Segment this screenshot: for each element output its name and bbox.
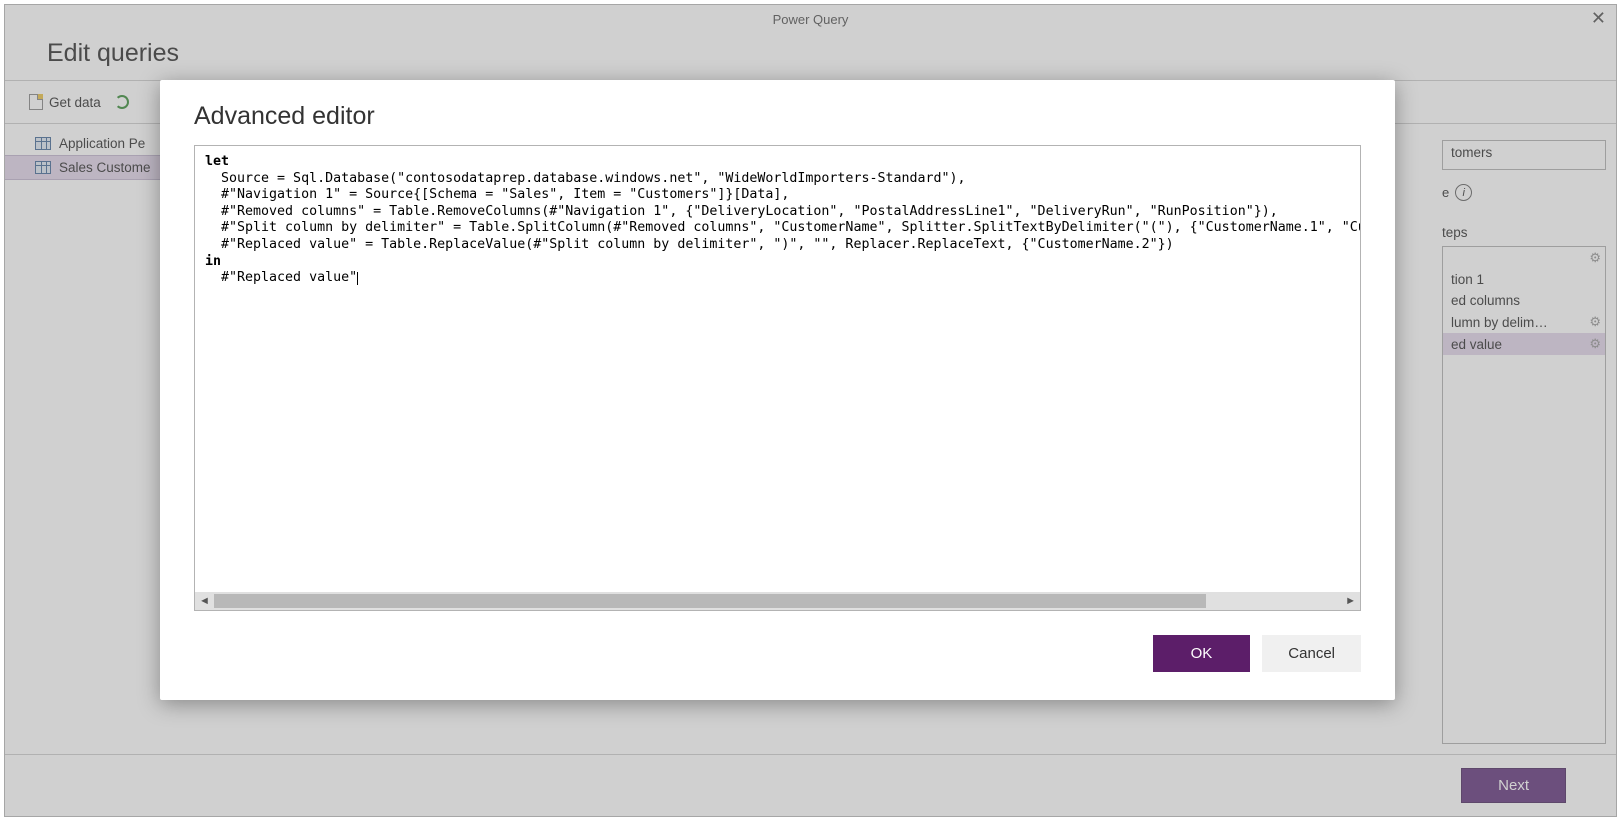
window-titlebar: Power Query ✕ <box>5 5 1616 33</box>
applied-step[interactable]: ed value ⚙ <box>1443 333 1605 355</box>
table-icon <box>35 161 51 174</box>
code-content[interactable]: let Source = Sql.Database("contosodatapr… <box>195 146 1360 592</box>
advanced-editor-dialog: Advanced editor let Source = Sql.Databas… <box>160 80 1395 700</box>
scroll-left-icon[interactable]: ◄ <box>199 595 210 607</box>
applied-step[interactable]: lumn by delim… ⚙ <box>1443 311 1605 333</box>
get-data-label: Get data <box>49 95 101 110</box>
query-name-input[interactable]: tomers <box>1442 140 1606 170</box>
entity-row: e i <box>1442 184 1606 201</box>
applied-step[interactable]: tion 1 <box>1443 269 1605 290</box>
footer-bar: Next <box>5 754 1616 816</box>
horizontal-scrollbar[interactable]: ◄ ► <box>195 592 1360 610</box>
close-icon[interactable]: ✕ <box>1591 9 1606 27</box>
table-icon <box>35 137 51 150</box>
info-icon[interactable]: i <box>1455 184 1472 201</box>
applied-step[interactable]: ed columns <box>1443 290 1605 311</box>
dialog-title: Advanced editor <box>194 102 1361 131</box>
code-editor[interactable]: let Source = Sql.Database("contosodatapr… <box>194 145 1361 611</box>
page-title: Edit queries <box>5 33 1616 80</box>
ok-button[interactable]: OK <box>1153 635 1251 672</box>
cancel-button[interactable]: Cancel <box>1262 635 1361 672</box>
scrollbar-thumb[interactable] <box>214 594 1206 608</box>
get-data-button[interactable]: Get data <box>29 94 101 110</box>
applied-steps-header: teps <box>1442 225 1606 240</box>
refresh-button[interactable] <box>115 95 129 109</box>
gear-icon[interactable]: ⚙ <box>1589 314 1601 330</box>
query-label: Sales Custome <box>59 160 151 175</box>
dialog-footer: OK Cancel <box>194 635 1361 672</box>
gear-icon[interactable]: ⚙ <box>1589 336 1601 352</box>
scroll-right-icon[interactable]: ► <box>1345 595 1356 607</box>
applied-steps-list: ⚙ tion 1 ed columns lumn by delim… ⚙ ed … <box>1442 246 1606 744</box>
scrollbar-track[interactable] <box>214 594 1341 608</box>
gear-icon[interactable]: ⚙ <box>1589 250 1601 266</box>
query-label: Application Pe <box>59 136 145 151</box>
refresh-icon <box>115 95 129 109</box>
document-icon <box>29 94 43 110</box>
next-button[interactable]: Next <box>1461 768 1566 803</box>
applied-step[interactable]: ⚙ <box>1443 247 1605 269</box>
window-title: Power Query <box>773 12 849 27</box>
